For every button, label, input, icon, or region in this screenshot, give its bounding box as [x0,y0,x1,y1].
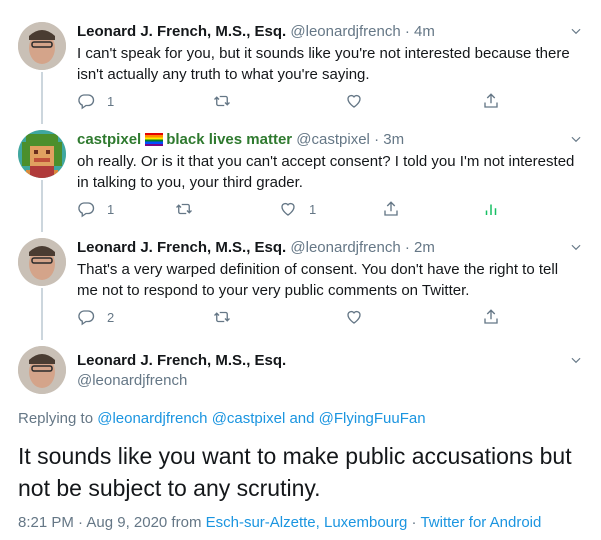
chevron-down-icon[interactable] [569,240,583,254]
tweet-header: Leonard J. French, M.S., Esq. @leonardjf… [77,22,435,42]
avatar[interactable] [18,130,66,178]
retweet-icon [213,92,231,110]
tweet-text: That's a very warped definition of conse… [77,261,559,299]
tweet-actions: 1 [77,92,577,112]
tweet-header: Leonard J. French, M.S., Esq. @leonardjf… [77,238,435,258]
chevron-down-icon[interactable] [569,353,583,367]
chevron-down-icon[interactable] [569,132,583,146]
separator: · [411,514,417,531]
tweet-header: castpixel black lives matter @castpixel ·… [77,130,404,150]
tweet-time[interactable]: 3m [383,131,404,148]
reply-button[interactable]: 2 [77,308,114,326]
author-handle[interactable]: @castpixel [296,131,370,148]
avatar[interactable] [18,238,66,286]
separator: · [404,239,410,256]
share-icon [382,200,400,218]
client-link[interactable]: Twitter for Android [420,514,541,531]
mention-conjunction: and [289,410,315,427]
author-name[interactable]: Leonard J. French, M.S., Esq. [77,239,286,256]
share-button[interactable] [482,308,500,326]
retweet-icon [175,200,193,218]
share-icon [482,92,500,110]
tweet[interactable]: castpixel black lives matter @castpixel ·… [0,130,601,230]
tweet-actions: 2 [77,308,577,328]
reply-count: 2 [107,309,115,325]
analytics-icon [485,204,497,215]
avatar[interactable] [18,346,66,394]
retweet-icon [213,308,231,326]
tweet-text: It sounds like you want to make public a… [18,443,572,501]
separator: · [374,131,380,148]
replying-to: Replying to @leonardjfrench @castpixel a… [18,410,426,427]
tweet[interactable]: Leonard J. French, M.S., Esq. @leonardjf… [0,238,601,338]
replying-label: Replying to [18,410,94,427]
tweet-metadata: 8:21 PM · Aug 9, 2020 from Esch-sur-Alze… [18,514,541,531]
heart-icon [279,200,297,218]
like-button[interactable]: 1 [279,200,316,218]
author-name[interactable]: Leonard J. French, M.S., Esq. [77,23,286,40]
reply-button[interactable]: 1 [77,92,114,110]
like-button[interactable] [345,308,363,326]
tweet-time[interactable]: 2m [414,239,435,256]
tweet-actions: 1 1 [77,200,577,220]
author-handle[interactable]: @leonardjfrench [77,371,286,391]
author-name-suffix: black lives matter [166,131,293,148]
tweet-text: oh really. Or is it that you can't accep… [77,153,575,191]
heart-icon [345,308,363,326]
reply-icon [77,308,95,326]
retweet-button[interactable] [213,92,231,110]
analytics-button[interactable] [482,200,500,218]
separator: · [404,23,410,40]
avatar[interactable] [18,22,66,70]
heart-icon [345,92,363,110]
retweet-button[interactable] [175,200,193,218]
retweet-button[interactable] [213,308,231,326]
mention-link[interactable]: @castpixel [212,410,286,427]
reply-icon [77,92,95,110]
chevron-down-icon[interactable] [569,24,583,38]
author-handle[interactable]: @leonardjfrench [290,239,400,256]
reply-count: 1 [107,201,115,217]
share-button[interactable] [482,92,500,110]
like-button[interactable] [345,92,363,110]
author-name[interactable]: castpixel [77,131,141,148]
tweet-header: Leonard J. French, M.S., Esq. @leonardjf… [77,351,286,391]
reply-button[interactable]: 1 [77,200,114,218]
tweet[interactable]: Leonard J. French, M.S., Esq. @leonardjf… [0,22,601,122]
share-button[interactable] [382,200,400,218]
tweet-text: I can't speak for you, but it sounds lik… [77,45,570,83]
mention-link[interactable]: @leonardjfrench [97,410,207,427]
reply-icon [77,200,95,218]
author-name[interactable]: Leonard J. French, M.S., Esq. [77,351,286,371]
rainbow-flag-icon [145,133,164,146]
mention-link[interactable]: @FlyingFuuFan [319,410,426,427]
timestamp[interactable]: 8:21 PM · Aug 9, 2020 from [18,514,201,531]
location-link[interactable]: Esch-sur-Alzette, Luxembourg [206,514,408,531]
author-handle[interactable]: @leonardjfrench [290,23,400,40]
share-icon [482,308,500,326]
like-count: 1 [309,201,317,217]
tweet-time[interactable]: 4m [414,23,435,40]
reply-count: 1 [107,93,115,109]
